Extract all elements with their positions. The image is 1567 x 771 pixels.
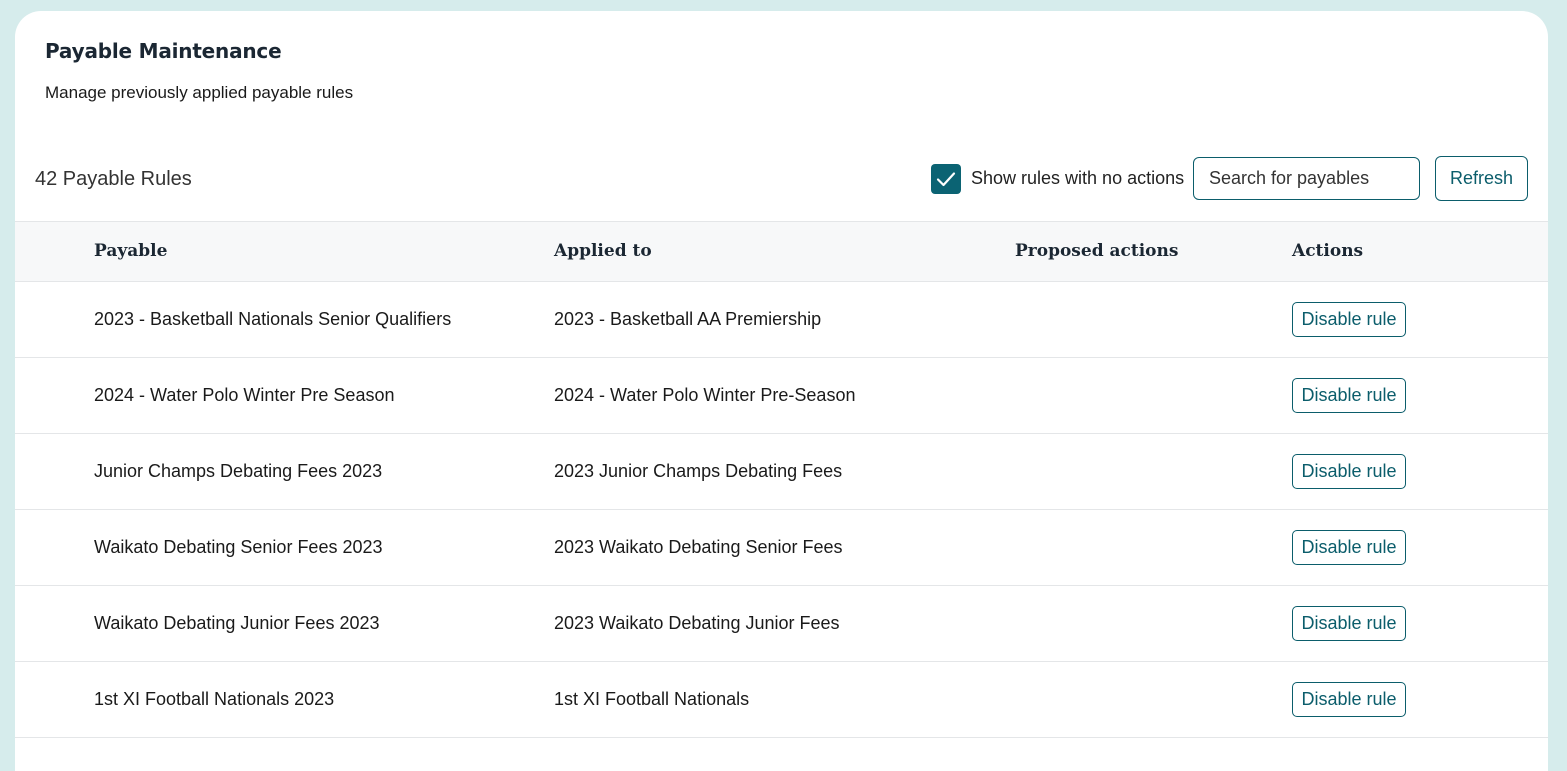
table-row: 2023 - Basketball Nationals Senior Quali… <box>15 282 1548 358</box>
applied-to-cell: 2023 Waikato Debating Junior Fees <box>554 613 840 633</box>
applied-to-cell: 2023 Waikato Debating Senior Fees <box>554 537 843 557</box>
show-no-actions-label[interactable]: Show rules with no actions <box>971 168 1184 189</box>
column-header-proposed-actions: Proposed actions <box>1015 241 1179 261</box>
table-row: Junior Champs Debating Fees 2023 2023 Ju… <box>15 434 1548 510</box>
search-input[interactable] <box>1193 157 1420 200</box>
table-row: 2024 - Water Polo Winter Pre Season 2024… <box>15 358 1548 434</box>
show-no-actions-checkbox[interactable] <box>931 164 961 194</box>
disable-rule-button[interactable]: Disable rule <box>1292 454 1406 489</box>
payable-cell: 1st XI Football Nationals 2023 <box>94 689 335 709</box>
column-header-actions: Actions <box>1292 241 1364 261</box>
payable-cell: 2023 - Basketball Nationals Senior Quali… <box>94 309 452 329</box>
table-header: Payable Applied to Proposed actions Acti… <box>15 221 1548 282</box>
table-row: 1st XI Football Nationals 2023 1st XI Fo… <box>15 662 1548 738</box>
table-row: Waikato Debating Senior Fees 2023 2023 W… <box>15 510 1548 586</box>
payable-cell: Waikato Debating Senior Fees 2023 <box>94 537 383 557</box>
disable-rule-button[interactable]: Disable rule <box>1292 682 1406 717</box>
disable-rule-button[interactable]: Disable rule <box>1292 378 1406 413</box>
column-header-applied-to: Applied to <box>554 241 652 261</box>
applied-to-cell: 2023 Junior Champs Debating Fees <box>554 461 843 481</box>
payable-cell: Waikato Debating Junior Fees 2023 <box>94 613 380 633</box>
applied-to-cell: 2024 - Water Polo Winter Pre-Season <box>554 385 856 405</box>
applied-to-cell: 2023 - Basketball AA Premiership <box>554 309 822 329</box>
check-icon <box>936 172 956 187</box>
disable-rule-button[interactable]: Disable rule <box>1292 530 1406 565</box>
payable-cell: 2024 - Water Polo Winter Pre Season <box>94 385 395 405</box>
payable-maintenance-card: Payable Maintenance Manage previously ap… <box>15 11 1548 771</box>
refresh-button[interactable]: Refresh <box>1435 156 1528 201</box>
page-subtitle: Manage previously applied payable rules <box>45 83 354 102</box>
disable-rule-button[interactable]: Disable rule <box>1292 302 1406 337</box>
applied-to-cell: 1st XI Football Nationals <box>554 689 750 709</box>
column-header-payable: Payable <box>94 241 168 261</box>
table-row: Waikato Debating Junior Fees 2023 2023 W… <box>15 586 1548 662</box>
page-title: Payable Maintenance <box>45 39 282 63</box>
rule-count: 42 Payable Rules <box>35 168 192 190</box>
table-body: 2023 - Basketball Nationals Senior Quali… <box>15 282 1548 738</box>
disable-rule-button[interactable]: Disable rule <box>1292 606 1406 641</box>
payable-cell: Junior Champs Debating Fees 2023 <box>94 461 383 481</box>
